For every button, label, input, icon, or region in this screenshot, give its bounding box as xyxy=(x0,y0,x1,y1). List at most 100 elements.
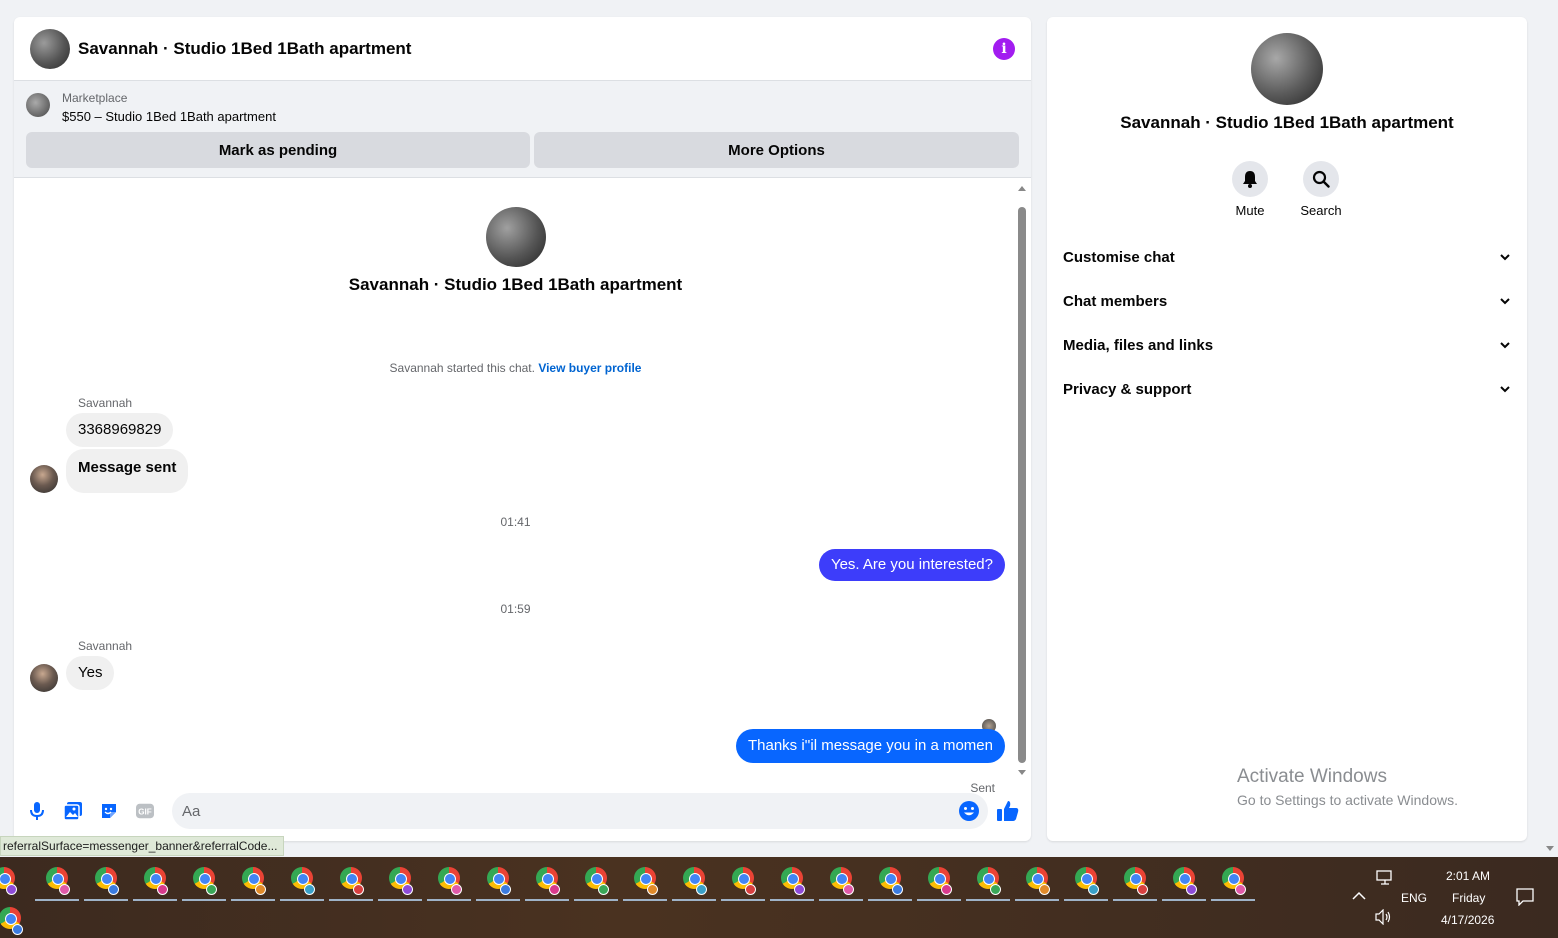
taskbar-browser-icon[interactable] xyxy=(623,867,667,901)
chat-panel: Savannah · Studio 1Bed 1Bath apartment i… xyxy=(14,17,1031,841)
thumbs-up-icon[interactable] xyxy=(996,799,1020,823)
chevron-down-icon xyxy=(1500,386,1510,393)
taskbar-browser-icon[interactable] xyxy=(1064,867,1108,901)
activate-windows-watermark: Activate Windows Go to Settings to activ… xyxy=(1237,766,1458,808)
sender-avatar[interactable] xyxy=(30,664,58,692)
marketplace-label: Marketplace xyxy=(62,91,128,105)
sender-name: Savannah xyxy=(78,639,133,653)
page-scroll-down-icon[interactable] xyxy=(1546,846,1554,851)
section-customise-chat[interactable]: Customise chat xyxy=(1063,235,1511,279)
taskbar-browser-icon[interactable] xyxy=(1113,867,1157,901)
emoji-icon[interactable] xyxy=(958,800,980,822)
scroll-thumb[interactable] xyxy=(1018,207,1026,763)
watermark-title: Activate Windows xyxy=(1237,766,1387,787)
message-input[interactable] xyxy=(172,793,958,829)
taskbar-browser-icon[interactable] xyxy=(1211,867,1255,901)
clock-date[interactable]: 4/17/2026 xyxy=(1441,913,1494,927)
message-bubble-incoming[interactable]: Message sent xyxy=(66,449,189,493)
message-bubble-incoming[interactable]: 3368969829 xyxy=(66,413,174,447)
taskbar-browser-icon[interactable] xyxy=(770,867,814,901)
section-media-files-links[interactable]: Media, files and links xyxy=(1063,323,1511,367)
search-button[interactable]: Search xyxy=(1286,161,1356,218)
taskbar-browser-icon[interactable] xyxy=(819,867,863,901)
taskbar-browser-icon[interactable] xyxy=(1162,867,1206,901)
taskbar-browser-icon[interactable] xyxy=(966,867,1010,901)
volume-icon[interactable] xyxy=(1375,909,1393,925)
section-label: Media, files and links xyxy=(1063,336,1214,354)
microphone-icon[interactable] xyxy=(28,802,46,820)
watermark-subtitle: Go to Settings to activate Windows. xyxy=(1237,792,1458,808)
chevron-down-icon xyxy=(1500,254,1510,261)
info-icon[interactable]: i xyxy=(993,37,1015,60)
section-chat-members[interactable]: Chat members xyxy=(1063,279,1511,323)
taskbar-browser-icon[interactable] xyxy=(0,867,18,895)
view-buyer-profile-link[interactable]: View buyer profile xyxy=(538,361,641,375)
chat-started-note: Savannah started this chat. View buyer p… xyxy=(14,361,1017,375)
chat-avatar[interactable] xyxy=(30,28,70,69)
notification-icon[interactable] xyxy=(1516,888,1534,906)
section-label: Chat members xyxy=(1063,292,1168,310)
gif-label: GIF xyxy=(138,808,152,817)
message-input-wrap xyxy=(172,793,988,829)
clock-time[interactable]: 2:01 AM xyxy=(1446,869,1490,883)
sender-avatar[interactable] xyxy=(30,465,58,493)
more-options-button[interactable]: More Options xyxy=(534,132,1019,168)
taskbar-browser-icon[interactable] xyxy=(868,867,912,901)
listing-thumbnail[interactable] xyxy=(26,93,50,117)
taskbar-browser-icon[interactable] xyxy=(280,867,324,901)
taskbar-browser-icon[interactable] xyxy=(574,867,618,901)
message-scrollbar[interactable] xyxy=(1017,183,1027,775)
taskbar-browser-icon[interactable] xyxy=(917,867,961,901)
scroll-up-icon[interactable] xyxy=(1018,186,1026,191)
taskbar-browser-icon[interactable] xyxy=(672,867,716,901)
taskbar-browser-icon[interactable] xyxy=(0,907,24,935)
chevron-down-icon xyxy=(1500,342,1510,349)
intro-avatar[interactable] xyxy=(485,207,546,267)
scroll-down-icon[interactable] xyxy=(1018,770,1026,775)
taskbar-browser-icon[interactable] xyxy=(476,867,520,901)
taskbar-browser-icon[interactable] xyxy=(231,867,275,901)
timestamp-divider: 01:41 xyxy=(500,515,531,529)
composer: GIF xyxy=(14,793,1031,829)
network-icon[interactable] xyxy=(1376,870,1394,886)
tray-chevron-up-icon[interactable] xyxy=(1352,891,1366,901)
timestamp-divider: 01:59 xyxy=(500,602,531,616)
message-bubble-outgoing[interactable]: Thanks i''il message you in a momen xyxy=(735,729,1005,763)
taskbar-browser-icon[interactable] xyxy=(84,867,128,901)
taskbar-browser-icon[interactable] xyxy=(525,867,569,901)
taskbar-browser-icon[interactable] xyxy=(133,867,177,901)
bell-icon xyxy=(1243,171,1257,188)
taskbar-browser-icon[interactable] xyxy=(1015,867,1059,901)
gif-icon[interactable]: GIF xyxy=(136,802,154,820)
sticker-icon[interactable] xyxy=(100,802,118,820)
listing-title[interactable]: $550 – Studio 1Bed 1Bath apartment xyxy=(62,108,276,126)
taskbar-browser-icon[interactable] xyxy=(329,867,373,901)
taskbar: ENG 2:01 AM Friday 4/17/2026 xyxy=(0,857,1558,938)
message-bubble-outgoing[interactable]: Yes. Are you interested? xyxy=(818,549,1005,581)
taskbar-browser-icon[interactable] xyxy=(378,867,422,901)
search-icon xyxy=(1312,170,1330,188)
conversation-info-panel: Savannah · Studio 1Bed 1Bath apartment M… xyxy=(1047,17,1527,841)
taskbar-browser-icon[interactable] xyxy=(721,867,765,901)
language-indicator[interactable]: ENG xyxy=(1401,891,1427,905)
section-label: Privacy & support xyxy=(1063,380,1192,398)
message-list[interactable]: Savannah · Studio 1Bed 1Bath apartment S… xyxy=(14,179,1031,795)
image-icon[interactable] xyxy=(64,802,82,820)
chat-intro: Savannah · Studio 1Bed 1Bath apartment xyxy=(14,207,1017,295)
started-text: Savannah started this chat. xyxy=(389,361,535,375)
marketplace-banner: Marketplace $550 – Studio 1Bed 1Bath apa… xyxy=(14,81,1031,178)
chat-title[interactable]: Savannah · Studio 1Bed 1Bath apartment xyxy=(78,39,993,59)
taskbar-browser-icon[interactable] xyxy=(35,867,79,901)
chevron-down-icon xyxy=(1500,298,1510,305)
info-avatar[interactable] xyxy=(1251,33,1323,105)
chat-header: Savannah · Studio 1Bed 1Bath apartment i xyxy=(14,17,1031,81)
clock-day[interactable]: Friday xyxy=(1452,891,1485,905)
mute-button[interactable]: Mute xyxy=(1215,161,1285,218)
taskbar-browser-icon[interactable] xyxy=(182,867,226,901)
message-bubble-incoming[interactable]: Yes xyxy=(66,656,115,690)
section-privacy-support[interactable]: Privacy & support xyxy=(1063,367,1511,411)
sender-name: Savannah xyxy=(78,396,133,410)
info-name: Savannah · Studio 1Bed 1Bath apartment xyxy=(1120,113,1454,132)
taskbar-browser-icon[interactable] xyxy=(427,867,471,901)
mark-pending-button[interactable]: Mark as pending xyxy=(26,132,530,168)
